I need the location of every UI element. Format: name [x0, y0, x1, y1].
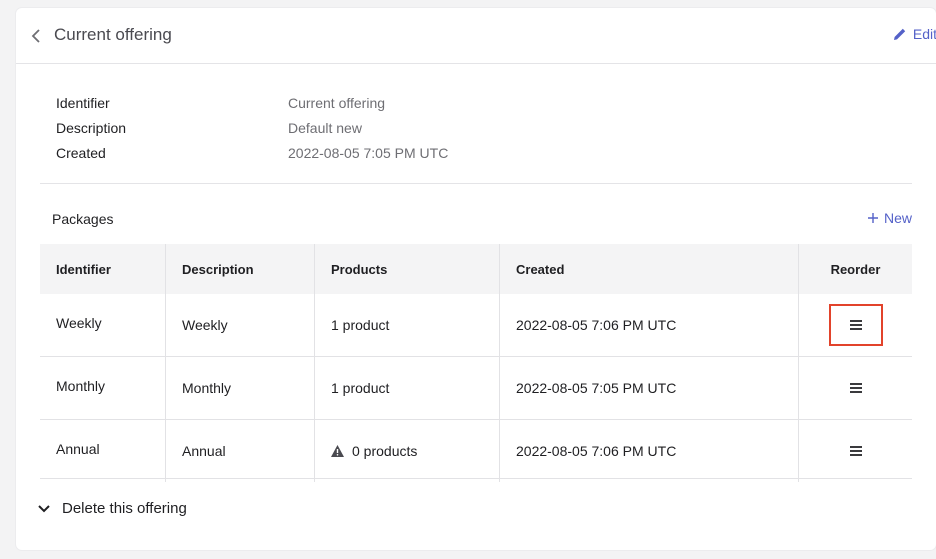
- cell-created: 2022-08-05 7:05 PM UTC: [499, 356, 799, 420]
- table-bottom-divider: [40, 478, 912, 479]
- pencil-icon: [893, 28, 906, 40]
- reorder-handle[interactable]: [829, 430, 883, 472]
- cell-reorder: [798, 356, 912, 420]
- page-header: Current offering Edit: [16, 8, 936, 64]
- detail-row: Created 2022-08-05 7:05 PM UTC: [56, 140, 448, 165]
- plus-icon: [867, 213, 878, 223]
- cell-description: Weekly: [165, 294, 315, 357]
- table-row[interactable]: Weekly Weekly 1 product 2022-08-05 7:06 …: [40, 294, 912, 357]
- offering-details: Identifier Current offering Description …: [56, 90, 448, 165]
- table-row[interactable]: Annual Annual 0 products 2022-08-05 7:06…: [40, 419, 913, 483]
- delete-offering-toggle[interactable]: Delete this offering: [38, 500, 187, 517]
- chevron-left-icon: [31, 29, 40, 43]
- packages-title: Packages: [52, 211, 114, 227]
- cell-reorder: [799, 420, 913, 483]
- detail-label: Description: [56, 119, 127, 136]
- detail-label: Identifier: [56, 94, 110, 111]
- cell-description: Annual: [165, 419, 315, 482]
- cell-created: 2022-08-05 7:06 PM UTC: [499, 419, 799, 482]
- products-warning: 0 products: [331, 443, 417, 459]
- cell-identifier: Annual: [40, 419, 166, 482]
- cell-reorder: [798, 294, 912, 357]
- new-package-button[interactable]: New: [867, 210, 912, 226]
- cell-products: 0 products: [314, 419, 500, 482]
- section-divider: [40, 183, 912, 184]
- column-header: Created: [499, 244, 799, 294]
- delete-offering-label: Delete this offering: [62, 500, 187, 517]
- detail-value: 2022-08-05 7:05 PM UTC: [288, 144, 449, 161]
- reorder-handle[interactable]: [828, 304, 883, 346]
- chevron-down-icon: [38, 504, 50, 512]
- back-button[interactable]: [28, 26, 44, 46]
- detail-value: Current offering: [288, 94, 386, 111]
- column-header: Reorder: [798, 244, 912, 294]
- column-header: Identifier: [40, 244, 166, 294]
- detail-row: Identifier Current offering: [56, 90, 448, 115]
- page-title: Current offering: [54, 25, 172, 44]
- cell-description: Monthly: [165, 356, 315, 420]
- cell-identifier: Weekly: [40, 294, 166, 357]
- edit-label: Edit: [912, 26, 936, 42]
- cell-products: 1 product: [314, 356, 500, 420]
- cell-products: 1 product: [314, 294, 500, 357]
- warning-icon: [331, 444, 344, 457]
- offering-card: Current offering Edit Identifier Current…: [16, 8, 936, 550]
- drag-handle-icon: [849, 320, 862, 330]
- column-header: Products: [314, 244, 500, 294]
- cell-identifier: Monthly: [40, 356, 166, 420]
- cell-created: 2022-08-05 7:06 PM UTC: [499, 294, 799, 357]
- new-label: New: [883, 210, 912, 226]
- drag-handle-icon: [849, 383, 862, 393]
- table-row[interactable]: Monthly Monthly 1 product 2022-08-05 7:0…: [40, 356, 912, 420]
- edit-button[interactable]: Edit: [893, 26, 936, 42]
- drag-handle-icon: [849, 446, 862, 456]
- detail-value: Default new: [288, 119, 362, 136]
- packages-table: Identifier Description Products Created …: [40, 244, 912, 482]
- reorder-handle[interactable]: [829, 367, 883, 409]
- detail-label: Created: [56, 144, 106, 161]
- detail-row: Description Default new: [56, 115, 448, 140]
- products-count: 0 products: [352, 442, 418, 459]
- table-header-row: Identifier Description Products Created …: [40, 244, 912, 294]
- column-header: Description: [165, 244, 315, 294]
